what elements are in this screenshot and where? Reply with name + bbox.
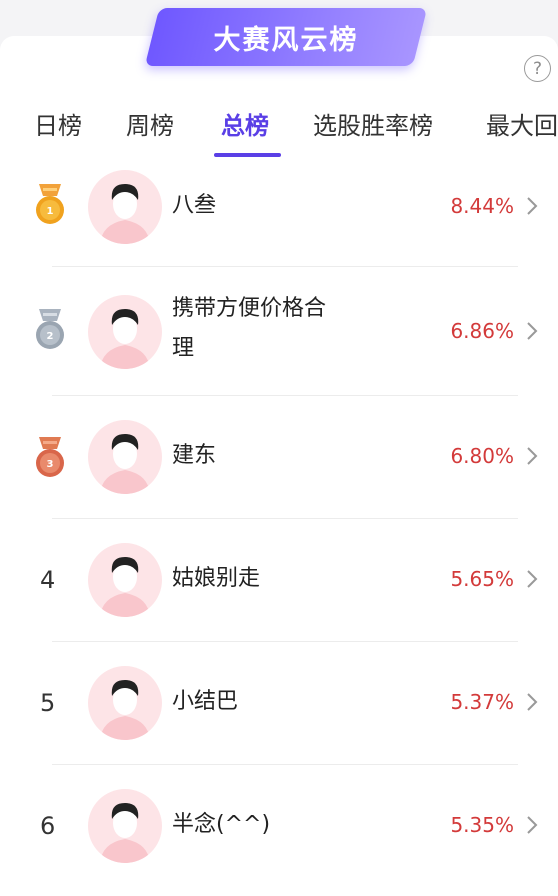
user-name: 小结巴	[172, 689, 239, 714]
ranking-row[interactable]: 3 建东 6.80%	[0, 396, 558, 518]
user-name: 携带方便价格合理	[172, 296, 327, 361]
rank-number: 4	[40, 566, 56, 594]
chevron-right-icon	[527, 816, 538, 834]
rank-number: 6	[40, 812, 56, 840]
active-tab-indicator	[214, 153, 281, 157]
ranking-row[interactable]: 4 姑娘别走 5.65%	[0, 519, 558, 641]
svg-text:3: 3	[47, 459, 54, 470]
tab-bar: 日榜 周榜 总榜 选股胜率榜 最大回	[0, 106, 558, 156]
svg-text:2: 2	[47, 331, 54, 342]
tab-daily[interactable]: 日榜	[34, 106, 82, 141]
title-banner: 大赛风云榜	[144, 8, 428, 66]
ranking-row[interactable]: 5 小结巴 5.37%	[0, 642, 558, 764]
user-name: 建东	[172, 443, 217, 468]
avatar	[88, 543, 162, 617]
chevron-right-icon	[527, 197, 538, 215]
tab-overall[interactable]: 总榜	[221, 106, 269, 141]
chevron-right-icon	[527, 693, 538, 711]
chevron-right-icon	[527, 322, 538, 340]
tab-max-drawdown[interactable]: 最大回	[486, 106, 558, 141]
ranking-row[interactable]: 6 半念(^^) 5.35%	[0, 765, 558, 875]
gold-medal-icon: 1	[36, 184, 64, 224]
tab-win-rate[interactable]: 选股胜率榜	[313, 106, 433, 141]
return-percent: 6.80%	[450, 444, 514, 468]
user-name: 八叁	[172, 193, 217, 218]
tab-weekly[interactable]: 周榜	[126, 106, 174, 141]
return-percent: 6.86%	[450, 319, 514, 343]
avatar	[88, 789, 162, 863]
user-name: 姑娘别走	[172, 566, 261, 591]
return-percent: 8.44%	[450, 194, 514, 218]
return-percent: 5.37%	[450, 690, 514, 714]
return-percent: 5.65%	[450, 567, 514, 591]
rank-number: 5	[40, 689, 56, 717]
silver-medal-icon: 2	[36, 309, 64, 349]
chevron-right-icon	[527, 447, 538, 465]
avatar	[88, 420, 162, 494]
user-name: 半念(^^)	[172, 812, 271, 837]
return-percent: 5.35%	[450, 813, 514, 837]
ranking-row[interactable]: 2 携带方便价格合理 6.86%	[0, 267, 558, 395]
avatar	[88, 666, 162, 740]
svg-text:1: 1	[47, 206, 54, 217]
help-icon[interactable]: ?	[524, 55, 551, 82]
avatar	[88, 295, 162, 369]
page-title: 大赛风云榜	[213, 24, 359, 56]
chevron-right-icon	[527, 570, 538, 588]
avatar	[88, 170, 162, 244]
bronze-medal-icon: 3	[36, 437, 64, 477]
ranking-row[interactable]: 1 八叁 8.44%	[0, 158, 558, 266]
